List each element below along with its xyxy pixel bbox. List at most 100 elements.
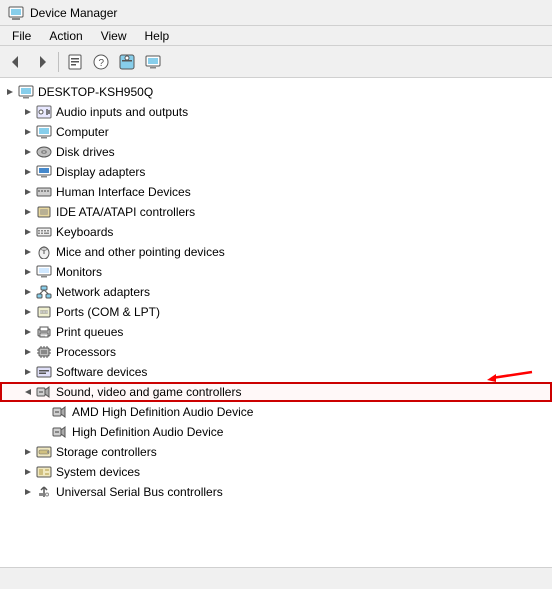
tree-item-sound[interactable]: Sound, video and game controllers (0, 382, 552, 402)
tree-panel[interactable]: DESKTOP-KSH950Q Audio inputs and outputs (0, 78, 552, 567)
display-label: Display adapters (56, 165, 145, 179)
computer-expander[interactable] (20, 124, 36, 140)
menu-view[interactable]: View (93, 27, 135, 45)
keyboards-expander[interactable] (20, 224, 36, 240)
ide-icon (36, 205, 52, 219)
ports-icon (36, 305, 52, 319)
toolbar-sep-1 (58, 52, 59, 72)
menu-help[interactable]: Help (137, 27, 178, 45)
hid-label: Human Interface Devices (56, 185, 191, 199)
print-icon (36, 325, 52, 339)
monitor-button[interactable] (141, 50, 165, 74)
disk-expander[interactable] (20, 144, 36, 160)
tree-item-amd-audio[interactable]: AMD High Definition Audio Device (0, 402, 552, 422)
system-expander[interactable] (20, 464, 36, 480)
tree-item-hid[interactable]: Human Interface Devices (0, 182, 552, 202)
tree-item-disk[interactable]: Disk drives (0, 142, 552, 162)
processors-icon (36, 345, 52, 359)
tree-item-processors[interactable]: Processors (0, 342, 552, 362)
menu-file[interactable]: File (4, 27, 39, 45)
root-expander[interactable] (2, 84, 18, 100)
processors-expander[interactable] (20, 344, 36, 360)
audio-inputs-icon (36, 105, 52, 119)
storage-icon (36, 445, 52, 459)
status-bar (0, 567, 552, 589)
amd-audio-icon (52, 405, 68, 419)
mice-icon (36, 245, 52, 259)
properties-button[interactable] (63, 50, 87, 74)
software-label: Software devices (56, 365, 147, 379)
tree-item-computer[interactable]: Computer (0, 122, 552, 142)
usb-icon (36, 485, 52, 499)
scan-button[interactable] (115, 50, 139, 74)
storage-label: Storage controllers (56, 445, 157, 459)
network-icon (36, 285, 52, 299)
title-bar: Device Manager (0, 0, 552, 26)
network-expander[interactable] (20, 284, 36, 300)
display-expander[interactable] (20, 164, 36, 180)
usb-expander[interactable] (20, 484, 36, 500)
ports-expander[interactable] (20, 304, 36, 320)
forward-button[interactable] (30, 50, 54, 74)
main-content: DESKTOP-KSH950Q Audio inputs and outputs (0, 78, 552, 567)
audio-inputs-expander[interactable] (20, 104, 36, 120)
computer-label: Computer (56, 125, 109, 139)
sound-expander[interactable] (20, 384, 36, 400)
keyboards-label: Keyboards (56, 225, 113, 239)
ports-label: Ports (COM & LPT) (56, 305, 160, 319)
svg-text:?: ? (99, 58, 105, 69)
toolbar: ? (0, 46, 552, 78)
tree-item-usb[interactable]: Universal Serial Bus controllers (0, 482, 552, 502)
ide-expander[interactable] (20, 204, 36, 220)
monitors-expander[interactable] (20, 264, 36, 280)
system-label: System devices (56, 465, 140, 479)
menu-bar: File Action View Help (0, 26, 552, 46)
audio-inputs-label: Audio inputs and outputs (56, 105, 188, 119)
device-manager-icon (8, 5, 24, 21)
monitors-icon (36, 265, 52, 279)
mice-expander[interactable] (20, 244, 36, 260)
tree-item-ports[interactable]: Ports (COM & LPT) (0, 302, 552, 322)
hd-audio-label: High Definition Audio Device (72, 425, 223, 439)
system-icon (36, 465, 52, 479)
tree-item-mice[interactable]: Mice and other pointing devices (0, 242, 552, 262)
computer-icon (36, 125, 52, 139)
hid-expander[interactable] (20, 184, 36, 200)
root-icon (18, 84, 34, 100)
disk-label: Disk drives (56, 145, 115, 159)
mice-label: Mice and other pointing devices (56, 245, 225, 259)
tree-item-network[interactable]: Network adapters (0, 282, 552, 302)
sound-label: Sound, video and game controllers (56, 385, 241, 399)
tree-item-hd-audio[interactable]: High Definition Audio Device (0, 422, 552, 442)
processors-label: Processors (56, 345, 116, 359)
usb-label: Universal Serial Bus controllers (56, 485, 223, 499)
help-button[interactable]: ? (89, 50, 113, 74)
tree-root[interactable]: DESKTOP-KSH950Q (0, 82, 552, 102)
root-label: DESKTOP-KSH950Q (38, 85, 153, 99)
tree-item-software[interactable]: Software devices (0, 362, 552, 382)
disk-icon (36, 145, 52, 159)
tree-item-display[interactable]: Display adapters (0, 162, 552, 182)
network-label: Network adapters (56, 285, 150, 299)
storage-expander[interactable] (20, 444, 36, 460)
monitors-label: Monitors (56, 265, 102, 279)
tree-item-system[interactable]: System devices (0, 462, 552, 482)
tree-item-ide[interactable]: IDE ATA/ATAPI controllers (0, 202, 552, 222)
menu-action[interactable]: Action (41, 27, 90, 45)
keyboards-icon (36, 225, 52, 239)
tree-item-print[interactable]: Print queues (0, 322, 552, 342)
display-icon (36, 165, 52, 179)
tree-item-monitors[interactable]: Monitors (0, 262, 552, 282)
software-expander[interactable] (20, 364, 36, 380)
tree-item-keyboards[interactable]: Keyboards (0, 222, 552, 242)
sound-icon (36, 385, 52, 399)
ide-label: IDE ATA/ATAPI controllers (56, 205, 195, 219)
tree-item-storage[interactable]: Storage controllers (0, 442, 552, 462)
print-label: Print queues (56, 325, 123, 339)
hd-audio-icon (52, 425, 68, 439)
hid-icon (36, 185, 52, 199)
print-expander[interactable] (20, 324, 36, 340)
back-button[interactable] (4, 50, 28, 74)
title-text: Device Manager (30, 6, 117, 20)
tree-item-audio-inputs[interactable]: Audio inputs and outputs (0, 102, 552, 122)
